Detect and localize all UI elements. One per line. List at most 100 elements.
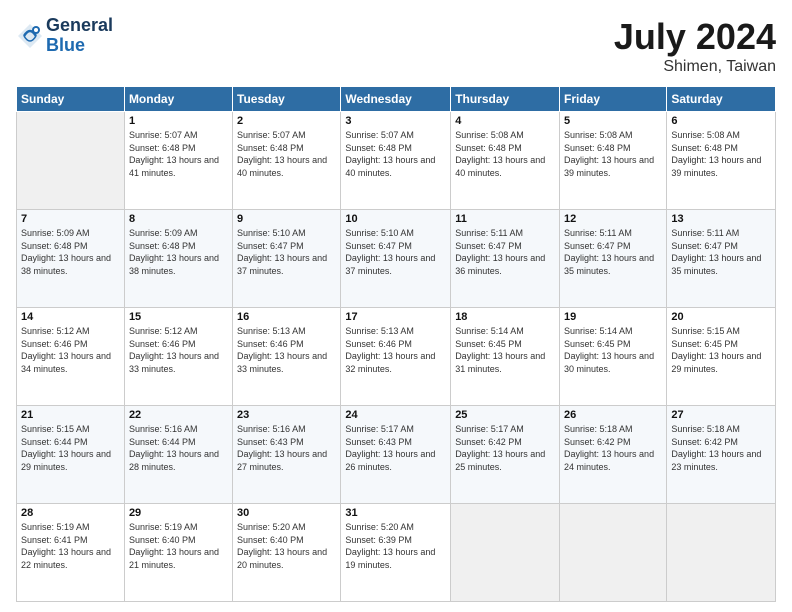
calendar-cell	[560, 504, 667, 602]
day-number: 11	[455, 213, 555, 225]
day-number: 10	[345, 213, 446, 225]
day-number: 7	[21, 213, 120, 225]
day-number: 3	[345, 115, 446, 127]
calendar-cell: 12 Sunrise: 5:11 AM Sunset: 6:47 PM Dayl…	[560, 210, 667, 308]
calendar-cell: 29 Sunrise: 5:19 AM Sunset: 6:40 PM Dayl…	[124, 504, 232, 602]
calendar-cell: 8 Sunrise: 5:09 AM Sunset: 6:48 PM Dayli…	[124, 210, 232, 308]
calendar-cell: 16 Sunrise: 5:13 AM Sunset: 6:46 PM Dayl…	[233, 308, 341, 406]
day-number: 27	[671, 409, 771, 421]
calendar-cell: 18 Sunrise: 5:14 AM Sunset: 6:45 PM Dayl…	[451, 308, 560, 406]
day-number: 13	[671, 213, 771, 225]
calendar-cell: 9 Sunrise: 5:10 AM Sunset: 6:47 PM Dayli…	[233, 210, 341, 308]
header: General Blue July 2024 Shimen, Taiwan	[16, 16, 776, 76]
calendar-body: 1 Sunrise: 5:07 AM Sunset: 6:48 PM Dayli…	[17, 112, 776, 602]
day-number: 12	[564, 213, 662, 225]
week-row-2: 7 Sunrise: 5:09 AM Sunset: 6:48 PM Dayli…	[17, 210, 776, 308]
calendar-cell: 13 Sunrise: 5:11 AM Sunset: 6:47 PM Dayl…	[667, 210, 776, 308]
day-info: Sunrise: 5:13 AM Sunset: 6:46 PM Dayligh…	[345, 325, 446, 375]
day-info: Sunrise: 5:09 AM Sunset: 6:48 PM Dayligh…	[129, 227, 228, 277]
calendar-cell: 10 Sunrise: 5:10 AM Sunset: 6:47 PM Dayl…	[341, 210, 451, 308]
logo-text: General	[46, 16, 113, 36]
calendar-cell: 23 Sunrise: 5:16 AM Sunset: 6:43 PM Dayl…	[233, 406, 341, 504]
calendar-header-row: SundayMondayTuesdayWednesdayThursdayFrid…	[17, 87, 776, 112]
day-number: 31	[345, 507, 446, 519]
title-block: July 2024 Shimen, Taiwan	[614, 16, 776, 76]
day-number: 24	[345, 409, 446, 421]
day-number: 20	[671, 311, 771, 323]
day-info: Sunrise: 5:10 AM Sunset: 6:47 PM Dayligh…	[345, 227, 446, 277]
day-info: Sunrise: 5:19 AM Sunset: 6:40 PM Dayligh…	[129, 521, 228, 571]
calendar-cell: 11 Sunrise: 5:11 AM Sunset: 6:47 PM Dayl…	[451, 210, 560, 308]
calendar-cell: 20 Sunrise: 5:15 AM Sunset: 6:45 PM Dayl…	[667, 308, 776, 406]
month-title: July 2024	[614, 16, 776, 58]
day-info: Sunrise: 5:08 AM Sunset: 6:48 PM Dayligh…	[455, 129, 555, 179]
column-header-sunday: Sunday	[17, 87, 125, 112]
day-info: Sunrise: 5:08 AM Sunset: 6:48 PM Dayligh…	[671, 129, 771, 179]
logo-icon	[16, 22, 44, 50]
calendar-cell: 21 Sunrise: 5:15 AM Sunset: 6:44 PM Dayl…	[17, 406, 125, 504]
day-info: Sunrise: 5:08 AM Sunset: 6:48 PM Dayligh…	[564, 129, 662, 179]
calendar-cell: 15 Sunrise: 5:12 AM Sunset: 6:46 PM Dayl…	[124, 308, 232, 406]
calendar-cell: 22 Sunrise: 5:16 AM Sunset: 6:44 PM Dayl…	[124, 406, 232, 504]
calendar-cell: 31 Sunrise: 5:20 AM Sunset: 6:39 PM Dayl…	[341, 504, 451, 602]
day-info: Sunrise: 5:11 AM Sunset: 6:47 PM Dayligh…	[455, 227, 555, 277]
day-info: Sunrise: 5:15 AM Sunset: 6:44 PM Dayligh…	[21, 423, 120, 473]
calendar-cell: 2 Sunrise: 5:07 AM Sunset: 6:48 PM Dayli…	[233, 112, 341, 210]
day-info: Sunrise: 5:07 AM Sunset: 6:48 PM Dayligh…	[345, 129, 446, 179]
calendar-cell: 3 Sunrise: 5:07 AM Sunset: 6:48 PM Dayli…	[341, 112, 451, 210]
week-row-3: 14 Sunrise: 5:12 AM Sunset: 6:46 PM Dayl…	[17, 308, 776, 406]
day-number: 28	[21, 507, 120, 519]
week-row-4: 21 Sunrise: 5:15 AM Sunset: 6:44 PM Dayl…	[17, 406, 776, 504]
day-number: 5	[564, 115, 662, 127]
calendar-cell: 28 Sunrise: 5:19 AM Sunset: 6:41 PM Dayl…	[17, 504, 125, 602]
calendar-cell: 26 Sunrise: 5:18 AM Sunset: 6:42 PM Dayl…	[560, 406, 667, 504]
calendar-cell: 25 Sunrise: 5:17 AM Sunset: 6:42 PM Dayl…	[451, 406, 560, 504]
day-info: Sunrise: 5:18 AM Sunset: 6:42 PM Dayligh…	[671, 423, 771, 473]
day-number: 18	[455, 311, 555, 323]
day-info: Sunrise: 5:09 AM Sunset: 6:48 PM Dayligh…	[21, 227, 120, 277]
day-info: Sunrise: 5:16 AM Sunset: 6:44 PM Dayligh…	[129, 423, 228, 473]
day-info: Sunrise: 5:16 AM Sunset: 6:43 PM Dayligh…	[237, 423, 336, 473]
day-info: Sunrise: 5:11 AM Sunset: 6:47 PM Dayligh…	[671, 227, 771, 277]
day-info: Sunrise: 5:20 AM Sunset: 6:40 PM Dayligh…	[237, 521, 336, 571]
day-info: Sunrise: 5:11 AM Sunset: 6:47 PM Dayligh…	[564, 227, 662, 277]
day-number: 26	[564, 409, 662, 421]
calendar-cell: 7 Sunrise: 5:09 AM Sunset: 6:48 PM Dayli…	[17, 210, 125, 308]
day-info: Sunrise: 5:17 AM Sunset: 6:43 PM Dayligh…	[345, 423, 446, 473]
day-number: 8	[129, 213, 228, 225]
day-info: Sunrise: 5:12 AM Sunset: 6:46 PM Dayligh…	[129, 325, 228, 375]
week-row-5: 28 Sunrise: 5:19 AM Sunset: 6:41 PM Dayl…	[17, 504, 776, 602]
column-header-friday: Friday	[560, 87, 667, 112]
calendar-cell	[451, 504, 560, 602]
week-row-1: 1 Sunrise: 5:07 AM Sunset: 6:48 PM Dayli…	[17, 112, 776, 210]
day-info: Sunrise: 5:07 AM Sunset: 6:48 PM Dayligh…	[237, 129, 336, 179]
day-number: 21	[21, 409, 120, 421]
calendar-cell: 4 Sunrise: 5:08 AM Sunset: 6:48 PM Dayli…	[451, 112, 560, 210]
column-header-monday: Monday	[124, 87, 232, 112]
day-info: Sunrise: 5:15 AM Sunset: 6:45 PM Dayligh…	[671, 325, 771, 375]
logo: General Blue	[16, 16, 113, 56]
day-number: 6	[671, 115, 771, 127]
day-number: 15	[129, 311, 228, 323]
calendar-cell: 27 Sunrise: 5:18 AM Sunset: 6:42 PM Dayl…	[667, 406, 776, 504]
calendar-table: SundayMondayTuesdayWednesdayThursdayFrid…	[16, 86, 776, 602]
day-number: 9	[237, 213, 336, 225]
calendar-cell: 30 Sunrise: 5:20 AM Sunset: 6:40 PM Dayl…	[233, 504, 341, 602]
main-container: General Blue July 2024 Shimen, Taiwan Su…	[0, 0, 792, 612]
calendar-cell: 1 Sunrise: 5:07 AM Sunset: 6:48 PM Dayli…	[124, 112, 232, 210]
column-header-saturday: Saturday	[667, 87, 776, 112]
column-header-wednesday: Wednesday	[341, 87, 451, 112]
day-number: 25	[455, 409, 555, 421]
column-header-tuesday: Tuesday	[233, 87, 341, 112]
day-info: Sunrise: 5:17 AM Sunset: 6:42 PM Dayligh…	[455, 423, 555, 473]
day-number: 17	[345, 311, 446, 323]
day-info: Sunrise: 5:13 AM Sunset: 6:46 PM Dayligh…	[237, 325, 336, 375]
calendar-cell	[667, 504, 776, 602]
day-number: 1	[129, 115, 228, 127]
day-info: Sunrise: 5:10 AM Sunset: 6:47 PM Dayligh…	[237, 227, 336, 277]
day-number: 22	[129, 409, 228, 421]
calendar-cell: 6 Sunrise: 5:08 AM Sunset: 6:48 PM Dayli…	[667, 112, 776, 210]
day-info: Sunrise: 5:19 AM Sunset: 6:41 PM Dayligh…	[21, 521, 120, 571]
column-header-thursday: Thursday	[451, 87, 560, 112]
day-info: Sunrise: 5:14 AM Sunset: 6:45 PM Dayligh…	[455, 325, 555, 375]
